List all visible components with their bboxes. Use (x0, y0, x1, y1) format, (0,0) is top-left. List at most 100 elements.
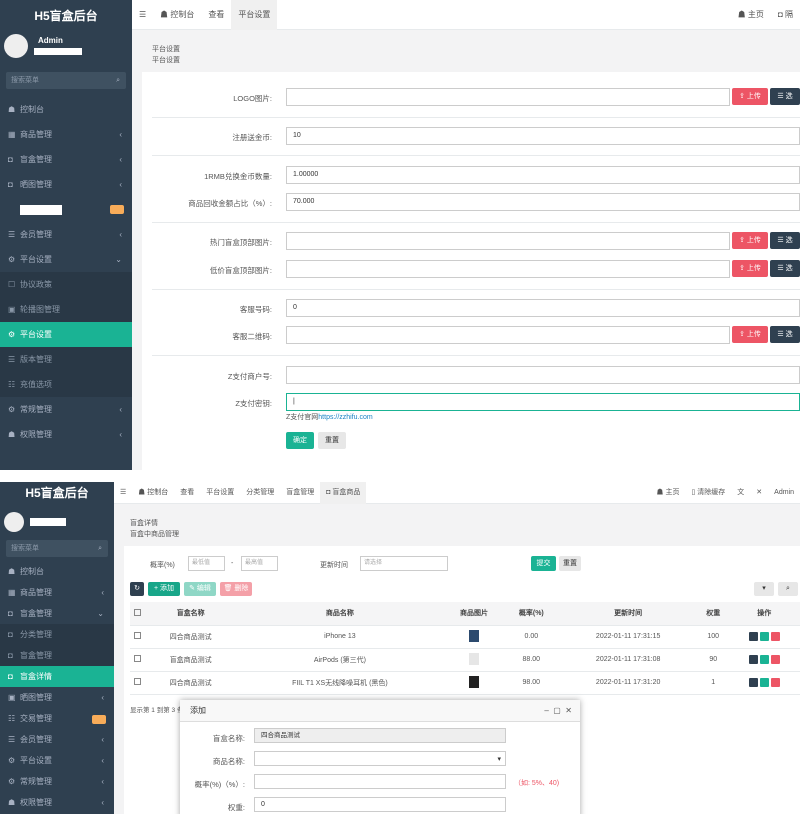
sidebar-item[interactable]: ☰ 会员管理 ‹ (0, 222, 132, 247)
close-icon[interactable]: ✕ (565, 706, 572, 715)
sidebar-item[interactable]: ☰ 版本管理 (0, 347, 132, 372)
qr-choose-button[interactable]: ☰ 选 (770, 326, 800, 343)
edit-icon[interactable] (759, 655, 769, 664)
nav-tab[interactable]: 查看 (174, 482, 200, 504)
navbar-item[interactable]: ☗ 主页 (731, 0, 771, 30)
hot-input[interactable] (286, 232, 730, 250)
checkbox-cell[interactable] (130, 648, 146, 672)
product-thumbnail[interactable] (468, 652, 479, 665)
sidebar-item[interactable] (0, 197, 132, 222)
sidebar-item[interactable]: ☷ 交易管理 (0, 708, 114, 729)
avatar[interactable] (4, 512, 24, 532)
dialog-weight-input[interactable]: 0 (254, 797, 506, 812)
row-checkbox[interactable] (134, 678, 142, 685)
navbar-item[interactable]: Admin (768, 482, 800, 504)
table-row[interactable]: 四合商品测试 FIIL T1 XS无线降噪耳机 (黑色) 98.00 2022-01-… (130, 671, 800, 695)
zpid-input[interactable] (286, 366, 800, 384)
user-name[interactable]: Admin (38, 36, 63, 45)
move-icon[interactable] (748, 655, 758, 664)
gift-input[interactable]: 10 (286, 127, 800, 145)
select-all-checkbox[interactable] (134, 608, 142, 616)
edit-icon[interactable] (759, 632, 769, 641)
logo-upload-button[interactable]: ⇪ 上传 (732, 88, 768, 105)
nav-tab[interactable]: ☗ 控制台 (153, 0, 201, 30)
sidebar-item[interactable]: ◘ 盲盒管理 (0, 645, 114, 666)
navbar-item[interactable]: ◘ 隔 (771, 0, 800, 30)
product-thumbnail[interactable] (468, 675, 479, 688)
low-choose-button[interactable]: ☰ 选 (770, 260, 800, 277)
nav-tab[interactable]: 平台设置 (231, 0, 278, 30)
sidebar-item[interactable]: ◘ 晒图管理 ‹ (0, 172, 132, 197)
nav-tab[interactable]: ☗ 控制台 (132, 482, 174, 504)
add-button[interactable]: + 添加 (148, 582, 180, 596)
odds-max-input[interactable]: 最高值 (241, 556, 278, 571)
dialog-product-select[interactable]: ▾ (254, 751, 506, 766)
navbar-item[interactable]: ☗ 主页 (651, 482, 686, 504)
sidebar-search-input[interactable]: 搜索菜单 ⌕ (6, 540, 108, 557)
sidebar-item[interactable]: ⚙ 平台设置 ⌄ (0, 247, 132, 272)
nav-tab[interactable]: 查看 (201, 0, 231, 30)
minimize-icon[interactable]: – (544, 706, 548, 715)
kf-input[interactable]: 0 (286, 299, 800, 317)
sidebar-item[interactable]: ☷ 充值选项 (0, 372, 132, 397)
edit-button[interactable]: ✎ 编辑 (184, 582, 216, 596)
sidebar-item[interactable]: ⚙ 平台设置 ‹ (0, 750, 114, 771)
sidebar-item[interactable]: ▦ 商品管理 ‹ (0, 582, 114, 603)
table-row[interactable]: 四合商品测试 iPhone 13 0.00 2022-01-11 17:31:15 10… (130, 625, 800, 649)
column-toggle-button[interactable]: ▾ (754, 582, 774, 596)
sidebar-item[interactable]: ⚙ 常规管理 ‹ (0, 771, 114, 792)
nav-tab[interactable]: ☰ (114, 482, 132, 504)
dialog-odds-input[interactable] (254, 774, 506, 789)
filter-submit-button[interactable]: 提交 (531, 556, 556, 571)
checkbox-cell[interactable] (130, 671, 146, 695)
sidebar-item[interactable]: ◘ 分类管理 (0, 624, 114, 645)
low-input[interactable] (286, 260, 730, 278)
sidebar-item[interactable]: ◘ 盲盒管理 ‹ (0, 147, 132, 172)
navbar-item[interactable]: 文 (731, 482, 750, 504)
delete-icon[interactable] (770, 655, 780, 664)
maximize-icon[interactable]: ▢ (553, 706, 561, 715)
table-row[interactable]: 盲盒商品测试 AirPods (第三代) 88.00 2022-01-11 17:31… (130, 648, 800, 672)
sidebar-item[interactable]: ⚙ 常规管理 ‹ (0, 397, 132, 422)
qr-input[interactable] (286, 326, 730, 344)
filter-reset-button[interactable]: 重置 (559, 556, 581, 571)
time-filter-input[interactable]: 请选择 (360, 556, 448, 571)
navbar-item[interactable]: ✕ (750, 482, 768, 504)
sidebar-item[interactable]: ☗ 权限管理 ‹ (0, 792, 114, 813)
qr-upload-button[interactable]: ⇪ 上传 (732, 326, 768, 343)
product-thumbnail[interactable] (468, 629, 479, 642)
sidebar-item[interactable]: ◘ 盲盒详情 (0, 666, 114, 687)
delete-icon[interactable] (770, 632, 780, 641)
sidebar-item[interactable]: ☗ 权限管理 ‹ (0, 422, 132, 447)
recycle-input[interactable]: 70.000 (286, 193, 800, 211)
hot-upload-button[interactable]: ⇪ 上传 (732, 232, 768, 249)
logo-input[interactable] (286, 88, 730, 106)
sidebar-item[interactable]: ▦ 商品管理 ‹ (0, 122, 132, 147)
sidebar-item[interactable]: ☗ 控制台 (0, 561, 114, 582)
row-checkbox[interactable] (134, 632, 142, 639)
edit-icon[interactable] (759, 678, 769, 687)
navbar-item[interactable]: ▯ 清除缓存 (685, 482, 731, 504)
sidebar-item[interactable]: ⚙ 平台设置 (0, 322, 132, 347)
table-search-button[interactable]: ⌕ (778, 582, 798, 596)
reset-button[interactable]: 重置 (318, 432, 346, 449)
nav-tab[interactable]: ◘ 盲盒商品 (320, 482, 367, 504)
zkey-input[interactable]: | (286, 393, 800, 411)
odds-min-input[interactable]: 最低值 (188, 556, 225, 571)
avatar[interactable] (4, 34, 28, 58)
logo-choose-button[interactable]: ☰ 选 (770, 88, 800, 105)
submit-button[interactable]: 确定 (286, 432, 314, 449)
row-checkbox[interactable] (134, 655, 142, 662)
refresh-button[interactable]: ↻ (130, 582, 144, 596)
nav-tab[interactable]: 盲盒管理 (280, 482, 320, 504)
move-icon[interactable] (748, 632, 758, 641)
low-upload-button[interactable]: ⇪ 上传 (732, 260, 768, 277)
nav-tab[interactable]: ☰ (132, 0, 153, 30)
delete-button[interactable]: 🗑 删除 (220, 582, 252, 596)
rate-input[interactable]: 1.00000 (286, 166, 800, 184)
dialog-box-input[interactable]: 四合商品测试 (254, 728, 506, 743)
hot-choose-button[interactable]: ☰ 选 (770, 232, 800, 249)
site-link[interactable]: https://zzhifu.com (318, 414, 372, 421)
sidebar-item[interactable]: ☐ 协议政策 (0, 272, 132, 297)
sidebar-item[interactable]: ▣ 晒图管理 ‹ (0, 687, 114, 708)
